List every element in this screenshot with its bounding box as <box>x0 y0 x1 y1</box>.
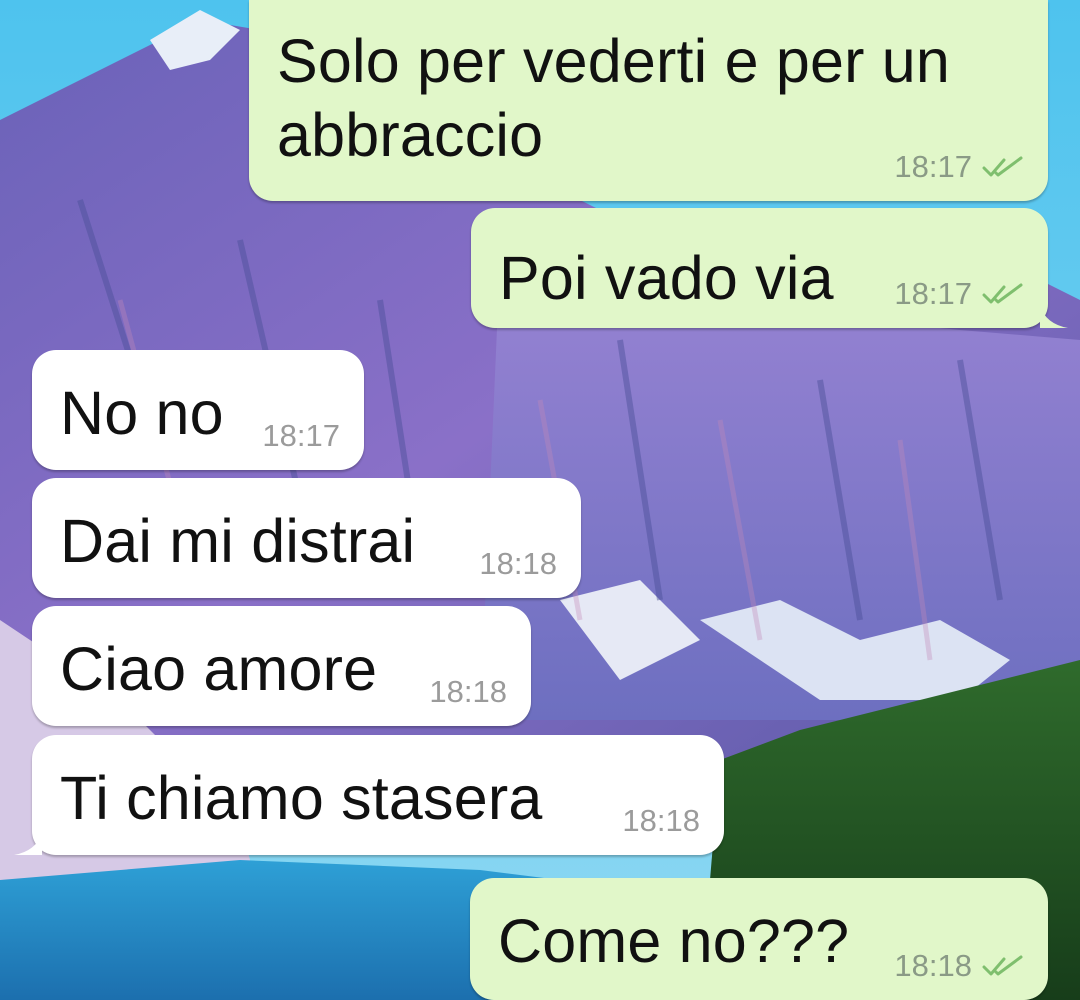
double-check-icon <box>982 955 1023 976</box>
message-text: Dai mi distrai <box>60 507 416 575</box>
double-check-icon <box>982 156 1023 177</box>
message-text: Poi vado via <box>499 244 834 312</box>
message-meta: 18:17 <box>894 276 1024 312</box>
message-time: 18:18 <box>479 546 557 581</box>
message-meta: 18:17 <box>262 418 340 454</box>
message-meta: 18:17 <box>894 149 1024 185</box>
message-time: 18:18 <box>622 803 700 838</box>
message-time: 18:18 <box>429 674 507 709</box>
message-list[interactable]: Solo per vederti e per un abbraccio 18:1… <box>0 0 1080 1000</box>
message-time: 18:17 <box>894 149 972 184</box>
bubble-tail <box>1040 306 1068 328</box>
message-text: Ti chiamo stasera <box>60 764 543 832</box>
message-bubble-incoming[interactable]: Ti chiamo stasera 18:18 <box>14 735 724 855</box>
message-meta: 18:18 <box>622 803 700 839</box>
message-meta: 18:18 <box>429 674 507 710</box>
message-bubble-incoming[interactable]: Ciao amore 18:18 <box>32 606 531 726</box>
double-check-icon <box>982 283 1023 304</box>
message-bubble-outgoing[interactable]: Come no??? 18:18 <box>470 878 1048 1000</box>
message-text: Solo per vederti e per un abbraccio <box>277 27 951 169</box>
message-text: Come no??? <box>498 907 850 975</box>
message-text: Ciao amore <box>60 635 378 703</box>
message-time: 18:18 <box>894 948 972 983</box>
message-time: 18:17 <box>262 418 340 453</box>
message-meta: 18:18 <box>894 948 1024 984</box>
message-bubble-outgoing[interactable]: Poi vado via 18:17 <box>471 208 1068 328</box>
bubble-tail <box>14 833 42 855</box>
message-meta: 18:18 <box>479 546 557 582</box>
message-text: No no <box>60 379 224 447</box>
message-bubble-incoming[interactable]: No no 18:17 <box>32 350 364 470</box>
message-bubble-outgoing[interactable]: Solo per vederti e per un abbraccio 18:1… <box>249 0 1048 201</box>
message-time: 18:17 <box>894 276 972 311</box>
message-bubble-incoming[interactable]: Dai mi distrai 18:18 <box>32 478 581 598</box>
